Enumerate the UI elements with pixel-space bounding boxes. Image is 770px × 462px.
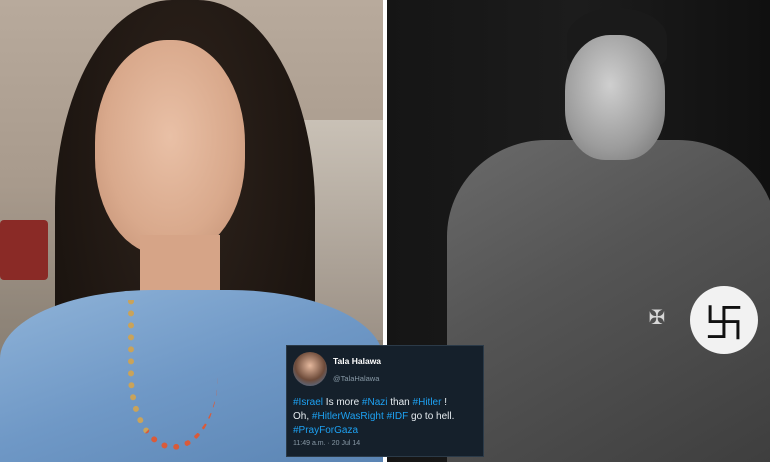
tweet-names: Tala Halawa @TalaHalawa	[333, 352, 381, 383]
face	[565, 35, 665, 160]
hashtag: #HitlerWasRight	[311, 411, 384, 422]
avatar	[293, 352, 327, 386]
tweet-handle: @TalaHalawa	[333, 374, 380, 383]
beaded-necklace	[128, 300, 218, 450]
background-object	[0, 220, 48, 280]
hashtag: #IDF	[386, 411, 409, 422]
hashtag: #Nazi	[361, 397, 388, 408]
tweet-card: Tala Halawa @TalaHalawa #Israel Is more …	[286, 345, 484, 457]
hashtag: #Israel	[293, 397, 324, 408]
tweet-text: Is more	[323, 397, 362, 408]
composite-image: ✠ 卐 Tala Halawa @TalaHalawa #Israel Is m…	[0, 0, 770, 462]
tweet-text: !	[441, 397, 447, 408]
hashtag: #Hitler	[412, 397, 442, 408]
tweet-text: go to hell.	[408, 411, 455, 422]
tweet-text: Oh,	[293, 411, 312, 422]
tweet-body: #Israel Is more #Nazi than #Hitler ! Oh,…	[293, 396, 477, 438]
hashtag: #PrayForGaza	[293, 425, 359, 436]
tweet-header: Tala Halawa @TalaHalawa	[293, 352, 477, 386]
armband-emblem-icon: 卐	[690, 286, 758, 354]
face	[95, 40, 245, 255]
tweet-line: #Israel Is more #Nazi than #Hitler !	[293, 396, 477, 410]
tweet-display-name: Tala Halawa	[333, 356, 382, 366]
tweet-text: than	[387, 397, 413, 408]
tweet-timestamp: 11:49 a.m. · 20 Jul 14	[293, 440, 361, 447]
tweet-line: #PrayForGaza	[293, 424, 477, 438]
tweet-line: Oh, #HitlerWasRight #IDF go to hell.	[293, 410, 477, 424]
iron-cross-medal-icon: ✠	[648, 305, 666, 329]
